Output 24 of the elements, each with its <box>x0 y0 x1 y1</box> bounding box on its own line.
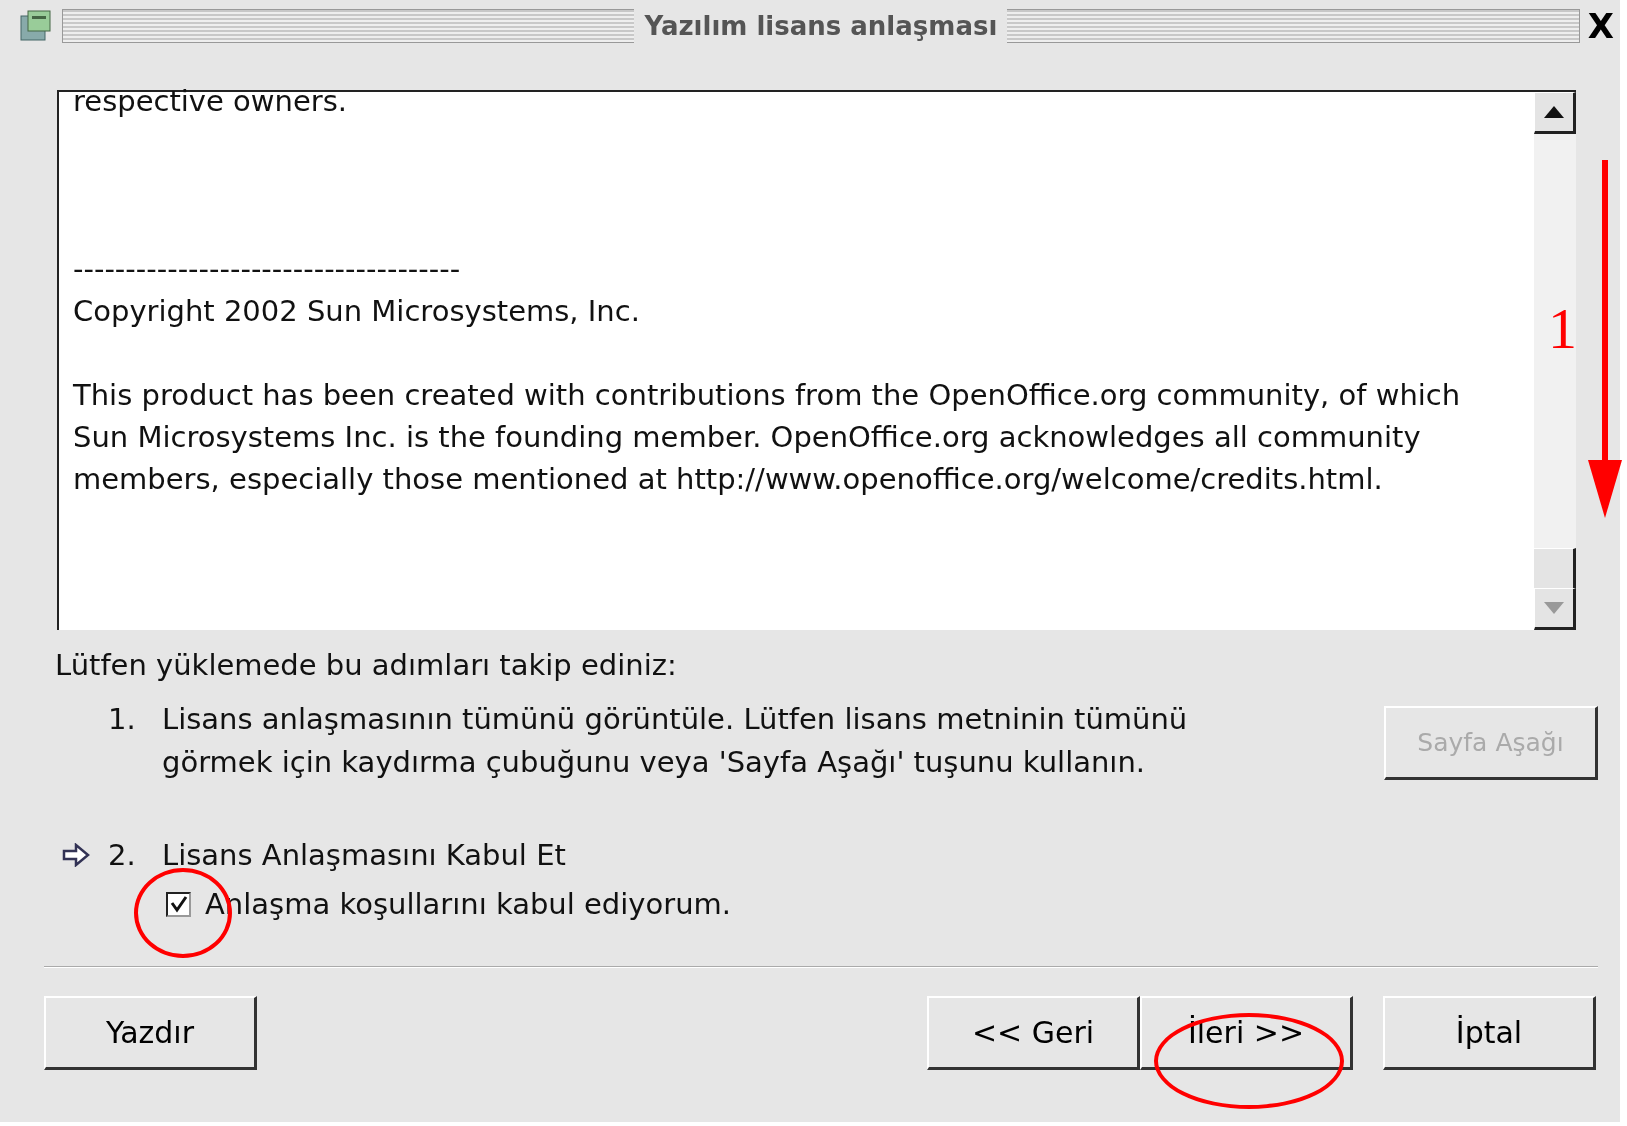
app-icon <box>18 8 54 44</box>
instruction-text: Lütfen yüklemede bu adımları takip ediniz: <box>55 647 678 684</box>
up-triangle-icon <box>1544 106 1564 118</box>
scroll-up-button[interactable] <box>1534 92 1576 134</box>
license-paragraph: ------------------------------------- <box>73 251 462 288</box>
scroll-thumb[interactable] <box>1534 548 1576 588</box>
dialog-button[interactable]: << Geri <box>927 996 1140 1070</box>
step-text: Lisans Anlaşmasını Kabul Et <box>162 836 566 874</box>
down-triangle-icon <box>1544 602 1564 614</box>
window-title: Yazılım lisans anlaşması <box>634 6 1008 46</box>
license-paragraph: Copyright 2002 Sun Microsystems, Inc. <box>73 293 641 330</box>
dialog-button[interactable]: Yazdır <box>44 996 257 1070</box>
scroll-down-button[interactable] <box>1534 588 1576 630</box>
step-text: Lisans anlaşmasının tümünü görüntüle. Lütfen lisans metninin tümünü görmek için kaydırma çubuğunu veya 'Sayfa Aşağı' tuşunu kullanın. <box>162 700 1189 781</box>
step-number: 2. <box>108 836 137 874</box>
scrollbar[interactable] <box>1534 92 1576 630</box>
step-number: 1. <box>108 700 137 738</box>
license-paragraph: respective owners. <box>73 83 348 120</box>
annotation-number: 1 <box>1548 300 1577 358</box>
close-button[interactable]: X <box>1587 9 1614 43</box>
dialog-button[interactable]: İptal <box>1383 996 1596 1070</box>
dialog-button[interactable]: İleri >> <box>1140 996 1353 1070</box>
checkbox[interactable] <box>166 891 191 917</box>
license-paragraph: This product has been created with contributions from the OpenOffice.org community, of which Sun Microsystems Inc. is the founding member. OpenOffice.org acknowledges all community members, especially those mentioned at http://www.openoffice.org/welcome/credits.html. <box>73 377 1462 498</box>
